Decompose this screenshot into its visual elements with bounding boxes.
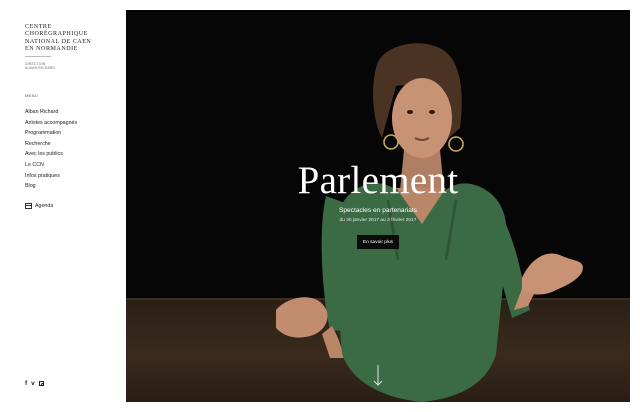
nav-item-artistes[interactable]: Artistes accompagnés bbox=[25, 118, 77, 129]
nav-item-programmation[interactable]: Programmation bbox=[25, 128, 77, 139]
performer-photo bbox=[276, 43, 583, 402]
instagram-icon[interactable] bbox=[38, 380, 45, 387]
logo-divider bbox=[25, 56, 51, 57]
main-nav: Alban Richard Artistes accompagnés Progr… bbox=[25, 107, 77, 192]
sidebar: CENTRE CHORÉGRAPHIQUE NATIONAL DE CAEN E… bbox=[0, 0, 126, 412]
nav-item-le-ccn[interactable]: Le CCN bbox=[25, 160, 77, 171]
agenda-label: Agenda bbox=[35, 203, 54, 209]
agenda-link[interactable]: Agenda bbox=[25, 203, 53, 209]
hero-subtitle: Spectacles en partenariats bbox=[338, 207, 418, 214]
vimeo-icon[interactable]: v bbox=[31, 380, 35, 387]
hero-title: Parlement bbox=[297, 159, 459, 202]
agenda-icon bbox=[25, 203, 32, 209]
logo-line: EN NORMANDIE bbox=[25, 46, 78, 53]
social-links: f v bbox=[25, 380, 48, 387]
nav-item-infos-pratiques[interactable]: Infos pratiques bbox=[25, 171, 77, 182]
nav-item-publics[interactable]: Avec les publics bbox=[25, 149, 77, 160]
facebook-icon[interactable]: f bbox=[25, 380, 27, 387]
nav-item-recherche[interactable]: Recherche bbox=[25, 139, 77, 150]
learn-more-button[interactable]: En savoir plus bbox=[357, 235, 399, 249]
scroll-down-arrow-icon[interactable] bbox=[372, 364, 384, 388]
direction-line: ALBAN RICHARD bbox=[25, 66, 56, 71]
hero-dates: du 30 janvier 2017 au 3 février 2017 bbox=[339, 218, 417, 223]
logo-line: NATIONAL DE CAEN bbox=[25, 38, 92, 45]
nav-item-blog[interactable]: Blog bbox=[25, 181, 77, 192]
logo[interactable]: CENTRE CHORÉGRAPHIQUE NATIONAL DE CAEN E… bbox=[25, 24, 91, 54]
nav-item-alban-richard[interactable]: Alban Richard bbox=[25, 107, 77, 118]
direction-credit: DIRECTION ALBAN RICHARD bbox=[25, 62, 55, 71]
hero-banner: Parlement Spectacles en partenariats du … bbox=[126, 10, 630, 402]
menu-label: MENU bbox=[25, 93, 38, 98]
logo-line: CHORÉGRAPHIQUE bbox=[25, 31, 88, 38]
